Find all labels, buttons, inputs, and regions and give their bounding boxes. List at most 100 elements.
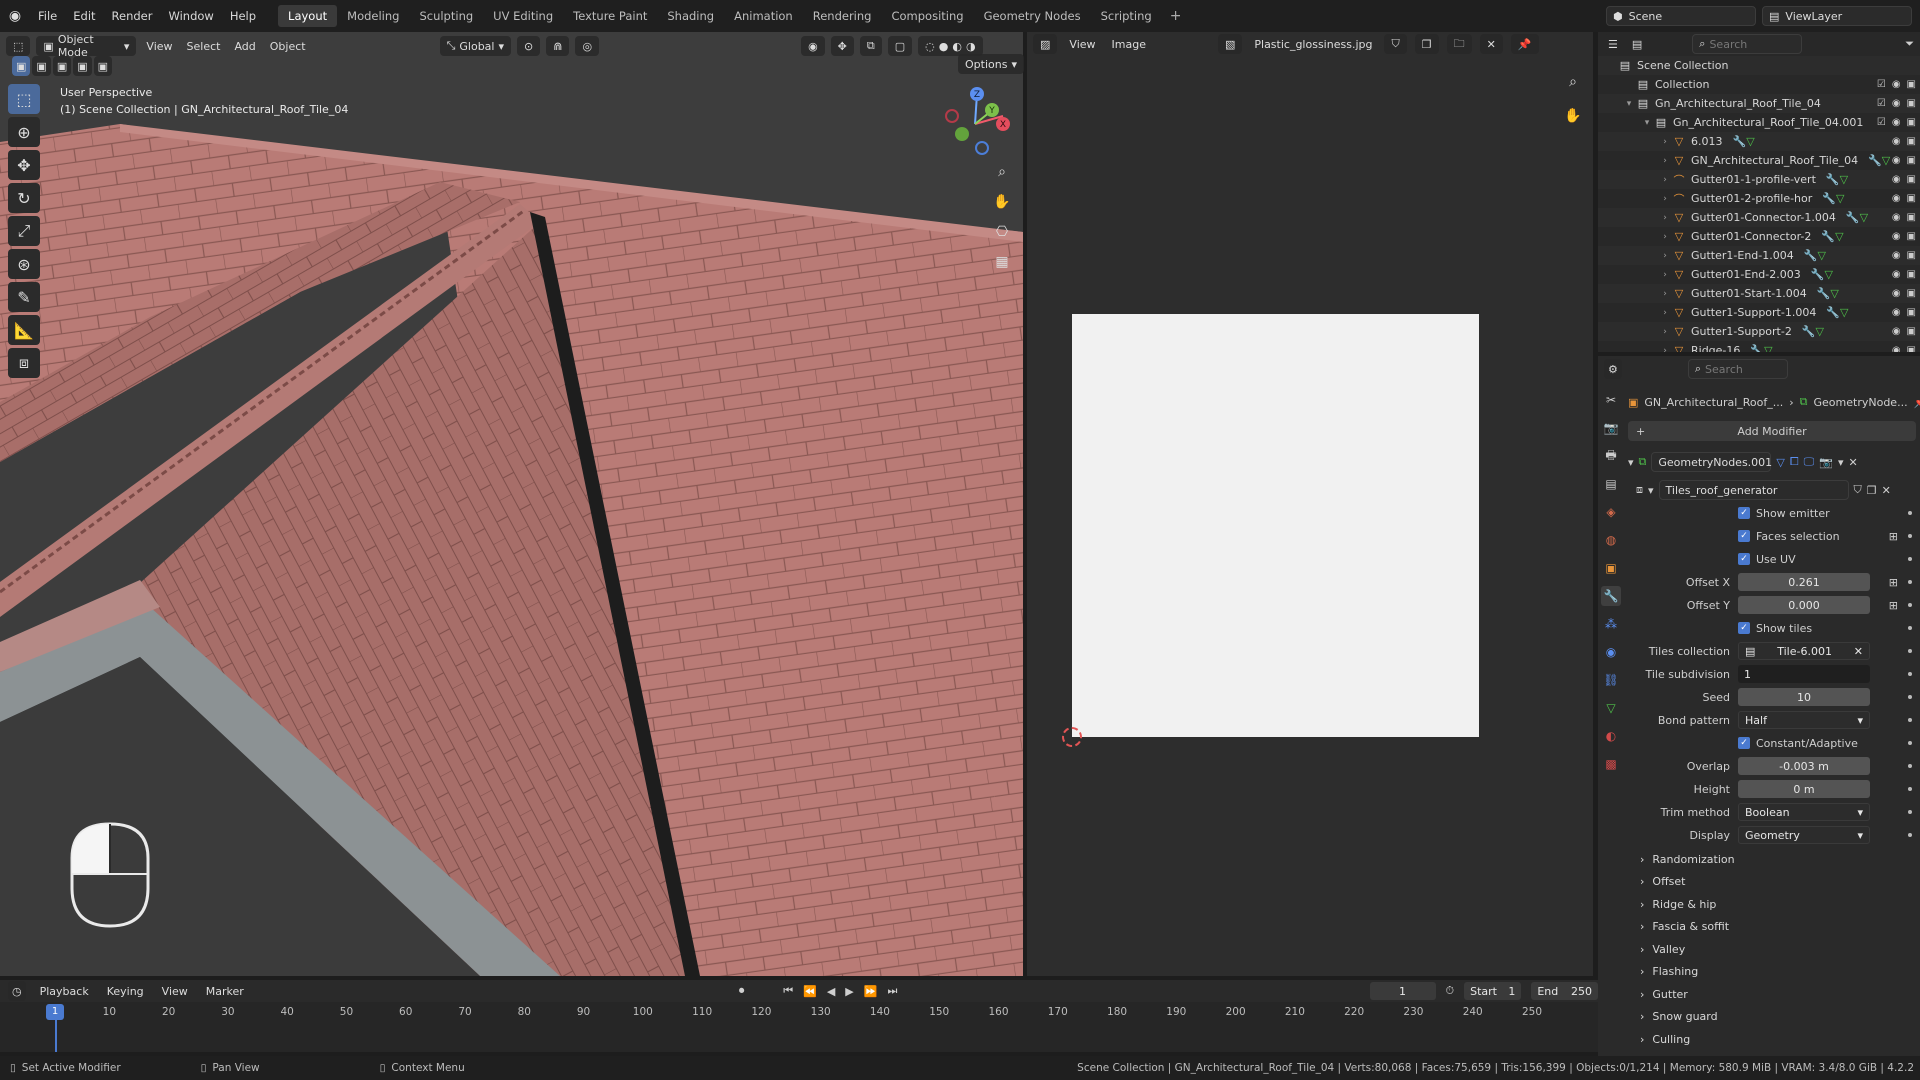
xray-toggle[interactable]: ▢ [887,36,913,56]
add-workspace-button[interactable]: + [1162,8,1190,24]
tool-tab-icon[interactable]: ✂ [1601,390,1621,410]
subpanel-offset[interactable]: › Offset [1640,872,1685,892]
physics-tab-icon[interactable]: ◉ [1601,642,1621,662]
workspace-tab-geometry-nodes[interactable]: Geometry Nodes [974,5,1091,27]
select-intersect-icon[interactable]: ▣ [93,56,113,76]
object-tab-icon[interactable]: ▣ [1601,558,1621,578]
rendered-shading-icon[interactable]: ◑ [966,40,976,53]
snap-toggle[interactable]: ⋒ [546,36,570,56]
solid-shading-icon[interactable]: ● [939,40,949,53]
chevron-down-icon[interactable]: ▾ [1648,484,1654,497]
eye-icon[interactable]: ◉ [1892,79,1901,90]
timeline-editor-icon[interactable]: ◷ [8,981,26,1001]
viewport-menu-add[interactable]: Add [230,40,259,53]
start-frame-field[interactable]: Start 1 [1464,982,1522,1000]
world-tab-icon[interactable]: ◍ [1601,530,1621,550]
eye-icon[interactable]: ◉ [1892,98,1901,109]
attribute-toggle-icon[interactable]: ⊞ [1889,576,1898,589]
expand-open-icon[interactable]: ▾ [1640,118,1654,128]
render-camera-icon[interactable]: ▣ [1907,345,1916,352]
timeline-menu-view[interactable]: View [158,985,192,998]
add-cube-tool[interactable]: ⧈ [8,348,40,378]
modifier-wrench-icon[interactable]: 🔧▽ [1821,230,1843,243]
keyframe-dot-icon[interactable] [1908,718,1912,722]
render-camera-icon[interactable]: ▣ [1907,174,1916,185]
keyframe-dot-icon[interactable] [1908,557,1912,561]
eye-icon[interactable]: ◉ [1892,174,1901,185]
tiles-collection-field[interactable]: ▤ Tile-6.001 ✕ [1738,642,1870,660]
modifier-wrench-icon[interactable]: 🔧▽ [1802,325,1824,338]
move-tool[interactable]: ✥ [8,150,40,180]
pivot-point-button[interactable]: ⊙ [517,36,541,56]
blender-logo-icon[interactable]: ◉ [0,8,30,24]
overlay-toggle[interactable]: ⧉ [859,36,882,56]
measure-tool[interactable]: 📐 [8,315,40,345]
eye-icon[interactable]: ◉ [1892,212,1901,223]
play-reverse-icon[interactable]: ◀ [827,985,835,998]
keyframe-dot-icon[interactable] [1908,511,1912,515]
subpanel-randomization[interactable]: › Randomization [1640,849,1735,869]
annotate-tool[interactable]: ✎ [8,282,40,312]
workspace-tab-modeling[interactable]: Modeling [337,5,409,27]
outliner-item[interactable]: › ▽ Gutter1-Support-2 🔧▽ ◉ ▣ [1598,322,1920,341]
modifier-wrench-icon[interactable]: 🔧▽ [1733,135,1755,148]
material-shading-icon[interactable]: ◐ [952,40,962,53]
image-browse-button[interactable]: ▧ [1217,34,1243,54]
mode-selector[interactable]: ▣ Object Mode ▾ [36,33,137,59]
eye-icon[interactable]: ◉ [1892,326,1901,337]
expand-arrow-icon[interactable]: › [1658,156,1672,166]
select-subtract-icon[interactable]: ▣ [52,56,72,76]
viewport-menu-object[interactable]: Object [266,40,310,53]
pin-image-button[interactable]: 📌 [1510,34,1539,54]
editor-type-button[interactable]: ⬚ [6,36,31,56]
workspace-tab-texture-paint[interactable]: Texture Paint [563,5,657,27]
current-frame-field[interactable]: 1 [1369,982,1436,1000]
outliner-item[interactable]: › ▽ GN_Architectural_Roof_Tile_04 🔧▽ ◉ ▣ [1598,151,1920,170]
duplicate-icon[interactable]: ❐ [1867,484,1877,497]
eye-icon[interactable]: ◉ [1892,136,1901,147]
transform-tool[interactable]: ⊛ [8,249,40,279]
outliner-item[interactable]: › ⌒ Gutter01-2-profile-hor 🔧▽ ◉ ▣ [1598,189,1920,208]
unlink-close-icon[interactable]: ✕ [1882,484,1891,497]
image-pan-hand-icon[interactable]: ✋ [1561,104,1585,128]
2d-cursor-icon[interactable] [1062,727,1082,747]
duplicate-image-button[interactable]: ❐ [1414,34,1439,54]
exclude-checkbox-icon[interactable]: ☑ [1877,117,1886,128]
image-editor-type-button[interactable]: ▨ [1033,34,1058,54]
fake-user-shield-icon[interactable]: ⛉ [1854,483,1862,497]
modifier-wrench-icon[interactable]: 🔧▽ [1846,211,1868,224]
subpanel-ridge-hip[interactable]: › Ridge & hip [1640,894,1716,914]
outliner-item[interactable]: ▤ Collection ☑ ◉ ▣ [1598,75,1920,94]
image-menu-image[interactable]: Image [1108,38,1150,51]
constant-adaptive-checkbox[interactable]: ✓ [1738,737,1750,749]
data-tab-icon[interactable]: ▽ [1601,698,1621,718]
display-mode-icon[interactable]: ▤ [1627,34,1647,54]
gizmo-toggle[interactable]: ✥ [830,36,854,56]
pin-icon[interactable]: 📌 [1914,396,1920,409]
output-tab-icon[interactable]: 🖶 [1601,446,1621,466]
expand-arrow-icon[interactable]: › [1658,213,1672,223]
cursor-tool[interactable]: ⊕ [8,117,40,147]
remove-modifier-close-icon[interactable]: ✕ [1849,456,1858,469]
keyframe-dot-icon[interactable] [1908,649,1912,653]
expand-arrow-icon[interactable]: › [1658,346,1672,353]
subpanel-flashing[interactable]: › Flashing [1640,962,1698,982]
render-camera-icon[interactable]: ▣ [1907,269,1916,280]
render-camera-icon[interactable]: ▣ [1907,250,1916,261]
modifier-wrench-icon[interactable]: 🔧▽ [1826,306,1848,319]
render-tab-icon[interactable]: 📷 [1601,418,1621,438]
rotate-tool[interactable]: ↻ [8,183,40,213]
modifier-wrench-icon[interactable]: 🔧▽ [1811,268,1833,281]
options-button[interactable]: Options ▾ [958,54,1024,74]
workspace-tab-sculpting[interactable]: Sculpting [409,5,483,27]
outliner-item[interactable]: › ▽ 6.013 🔧▽ ◉ ▣ [1598,132,1920,151]
render-camera-icon[interactable]: ▣ [1907,193,1916,204]
view-layer-tab-icon[interactable]: ▤ [1601,474,1621,494]
attribute-toggle-icon[interactable]: ⊞ [1889,530,1898,543]
jump-end-icon[interactable]: ⏭ [887,984,897,998]
keyframe-dot-icon[interactable] [1908,787,1912,791]
expand-arrow-icon[interactable]: › [1658,194,1672,204]
constraints-tab-icon[interactable]: ⛓ [1601,670,1621,690]
seed-field[interactable]: 10 [1738,688,1870,706]
transform-orientation-selector[interactable]: ⤡ Global ▾ [439,36,512,56]
